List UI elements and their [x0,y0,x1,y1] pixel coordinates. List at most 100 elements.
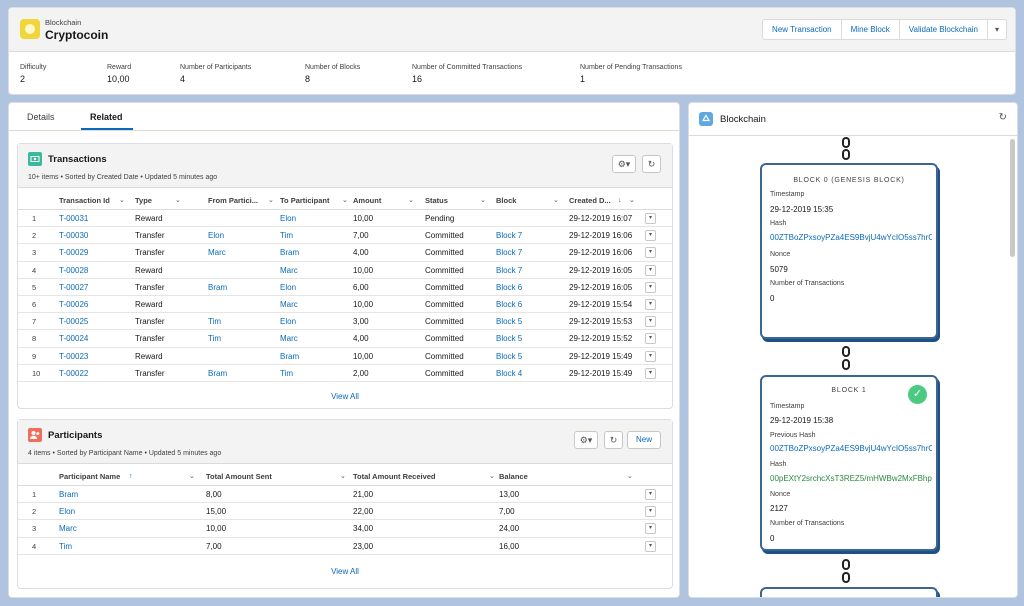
column-transaction-id[interactable]: Transaction Id ⌄ [59,192,125,210]
participant-name-link[interactable]: Elon [59,503,75,520]
transaction-id-link[interactable]: T-00029 [59,244,88,261]
transaction-id-link[interactable]: T-00028 [59,262,88,279]
transaction-id-link[interactable]: T-00024 [59,330,88,347]
row-actions-chevron-icon[interactable]: ▾ [645,506,656,518]
block-link[interactable]: Block 7 [496,262,522,279]
validate-blockchain-button[interactable]: Validate Blockchain [900,20,988,39]
column-total-amount-sent[interactable]: Total Amount Sent ⌄ [206,468,346,486]
column-total-amount-received[interactable]: Total Amount Received ⌄ [353,468,495,486]
chevron-down-icon[interactable]: ⌄ [408,192,414,210]
row-actions-chevron-icon[interactable]: ▾ [645,316,656,328]
column-amount[interactable]: Amount ⌄ [353,192,414,210]
transaction-id-link[interactable]: T-00027 [59,279,88,296]
column-from-participant[interactable]: From Partici... ⌄ [208,192,274,210]
chevron-down-icon[interactable]: ⌄ [175,192,181,210]
from-participant-link[interactable]: Tim [208,330,221,347]
block-link[interactable]: Block 5 [496,313,522,330]
settings-gear-icon[interactable]: ⚙▾ [612,155,636,173]
refresh-icon[interactable]: ↻ [642,155,661,173]
from-participant-link[interactable]: Elon [208,227,224,244]
chevron-down-icon[interactable]: ⌄ [629,192,635,210]
column-balance[interactable]: Balance ⌄ [499,468,633,486]
block-link[interactable]: Block 6 [496,296,522,313]
refresh-icon[interactable]: ↻ [604,431,623,449]
from-participant-link[interactable]: Marc [208,244,226,261]
sort-arrow-down-icon[interactable]: ↓ [618,192,622,210]
created-date-cell: 29-12-2019 16:06 [569,231,633,241]
transaction-id-link[interactable]: T-00025 [59,313,88,330]
mine-block-button[interactable]: Mine Block [842,20,900,39]
column-status[interactable]: Status ⌄ [425,192,486,210]
chevron-down-icon[interactable]: ⌄ [627,468,633,486]
row-actions-chevron-icon[interactable]: ▾ [645,540,656,552]
row-actions-chevron-icon[interactable]: ▾ [645,489,656,500]
to-participant-link[interactable]: Marc [280,262,298,279]
column-type[interactable]: Type ⌄ [135,192,181,210]
new-transaction-button[interactable]: New Transaction [763,20,842,39]
block-link[interactable]: Block 6 [496,279,522,296]
from-participant-link[interactable]: Tim [208,313,221,330]
block-card-0[interactable]: BLOCK 0 (GENESIS BLOCK) Timestamp 29-12-… [760,163,938,339]
transactions-view-all-link[interactable]: View All [18,392,672,401]
balance-cell: 24,00 [499,524,520,534]
refresh-icon[interactable]: ↻ [999,112,1007,123]
block-card-1[interactable]: BLOCK 1 ✓ Timestamp 29-12-2019 15:38 Pre… [760,375,938,551]
to-participant-link[interactable]: Tim [280,365,293,382]
total-sent-cell: 7,00 [206,541,222,551]
new-participant-button[interactable]: New [627,431,661,449]
chevron-down-icon[interactable]: ⌄ [342,192,348,210]
row-actions-chevron-icon[interactable]: ▾ [645,333,656,345]
chevron-down-icon[interactable]: ⌄ [480,192,486,210]
block-link[interactable]: Block 7 [496,244,522,261]
row-actions-chevron-icon[interactable]: ▾ [645,264,656,276]
participants-view-all-link[interactable]: View All [18,567,672,576]
chevron-down-icon[interactable]: ⌄ [489,468,495,486]
participant-name-link[interactable]: Tim [59,538,72,555]
column-created-date[interactable]: Created D... ↓ ⌄ [569,192,635,210]
row-actions-chevron-icon[interactable]: ▾ [645,367,656,379]
block-card-2[interactable] [760,587,938,597]
chevron-down-icon[interactable]: ⌄ [340,468,346,486]
block-link[interactable]: Block 5 [496,348,522,365]
to-participant-link[interactable]: Elon [280,313,296,330]
chevron-down-icon[interactable]: ⌄ [553,192,559,210]
transaction-id-link[interactable]: T-00030 [59,227,88,244]
chevron-down-icon[interactable]: ⌄ [119,192,125,210]
row-actions-chevron-icon[interactable]: ▾ [645,213,656,224]
column-block[interactable]: Block ⌄ [496,192,559,210]
row-actions-chevron-icon[interactable]: ▾ [645,350,656,362]
from-participant-link[interactable]: Bram [208,279,227,296]
to-participant-link[interactable]: Tim [280,227,293,244]
column-to-participant[interactable]: To Participant ⌄ [280,192,348,210]
block-link[interactable]: Block 5 [496,330,522,347]
from-participant-link[interactable]: Bram [208,365,227,382]
row-actions-chevron-icon[interactable]: ▾ [645,523,656,535]
transaction-id-link[interactable]: T-00023 [59,348,88,365]
row-actions-chevron-icon[interactable]: ▾ [645,281,656,293]
sort-arrow-up-icon[interactable]: ↑ [129,468,133,486]
to-participant-link[interactable]: Bram [280,348,299,365]
tab-details[interactable]: Details [27,112,55,122]
row-actions-chevron-icon[interactable]: ▾ [645,247,656,259]
transaction-id-link[interactable]: T-00022 [59,365,88,382]
settings-gear-icon[interactable]: ⚙▾ [574,431,598,449]
more-actions-chevron-icon[interactable]: ▾ [988,20,1006,39]
participant-name-link[interactable]: Marc [59,520,77,537]
transaction-id-link[interactable]: T-00031 [59,210,88,227]
chevron-down-icon[interactable]: ⌄ [268,192,274,210]
row-actions-chevron-icon[interactable]: ▾ [645,230,656,242]
to-participant-link[interactable]: Elon [280,210,296,227]
to-participant-link[interactable]: Bram [280,244,299,261]
block-link[interactable]: Block 4 [496,365,522,382]
row-actions-chevron-icon[interactable]: ▾ [645,298,656,310]
to-participant-link[interactable]: Marc [280,296,298,313]
scrollbar[interactable] [1010,139,1015,257]
block-link[interactable]: Block 7 [496,227,522,244]
participant-name-link[interactable]: Bram [59,486,78,503]
transaction-id-link[interactable]: T-00026 [59,296,88,313]
to-participant-link[interactable]: Marc [280,330,298,347]
tab-related[interactable]: Related [90,112,123,122]
to-participant-link[interactable]: Elon [280,279,296,296]
column-participant-name[interactable]: Participant Name ↑ ⌄ [59,468,195,486]
chevron-down-icon[interactable]: ⌄ [189,468,195,486]
